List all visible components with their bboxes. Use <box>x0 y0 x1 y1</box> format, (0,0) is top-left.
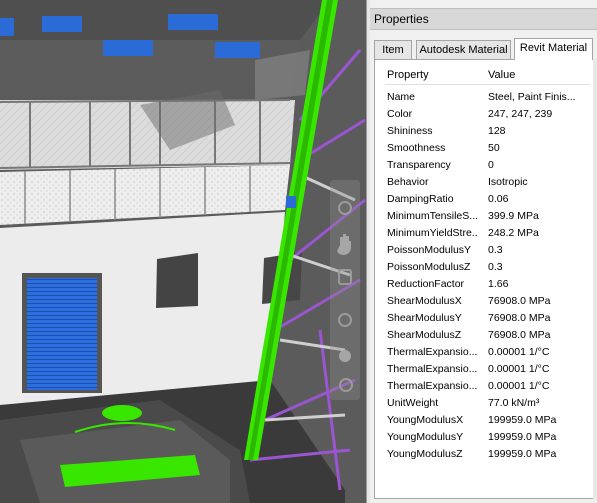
property-key: ThermalExpansio... <box>387 346 477 358</box>
property-row[interactable]: YoungModulusX 199959.0 MPa <box>385 412 595 429</box>
property-row[interactable]: YoungModulusZ 199959.0 MPa <box>385 446 595 463</box>
property-key: Transparency <box>387 159 451 171</box>
property-value: 199959.0 MPa <box>488 431 557 443</box>
property-value: 1.66 <box>488 278 509 290</box>
roof-panel <box>0 18 14 36</box>
property-key: Shininess <box>387 125 433 137</box>
property-row[interactable]: DampingRatio 0.06 <box>385 191 595 208</box>
property-key: Smoothness <box>387 142 446 154</box>
property-row[interactable]: ThermalExpansio... 0.00001 1/°C <box>385 378 595 395</box>
panel-title: Properties <box>370 8 597 30</box>
tab-revit-material[interactable]: Revit Material <box>514 38 593 60</box>
property-key: ShearModulusX <box>387 295 462 307</box>
property-key: MinimumTensileS... <box>387 210 477 222</box>
tab-strip: Item Autodesk Material Revit Material <box>374 38 597 60</box>
property-value: Steel, Paint Finis... <box>488 91 576 103</box>
column-header-value[interactable]: Value <box>488 69 515 81</box>
property-value: 76908.0 MPa <box>488 329 551 341</box>
property-value: 0.00001 1/°C <box>488 380 550 392</box>
property-row[interactable]: ShearModulusZ 76908.0 MPa <box>385 327 595 344</box>
properties-panel: Properties Item Autodesk Material Revit … <box>370 0 597 503</box>
property-key: YoungModulusZ <box>387 448 463 460</box>
property-row[interactable]: PoissonModulusZ 0.3 <box>385 259 595 276</box>
property-value: 76908.0 MPa <box>488 312 551 324</box>
tab-item[interactable]: Item <box>374 40 412 59</box>
wall-opening <box>156 253 198 308</box>
property-value: 0.3 <box>488 261 503 273</box>
property-value: 50 <box>488 142 500 154</box>
property-value: 199959.0 MPa <box>488 448 557 460</box>
property-key: ThermalExpansio... <box>387 380 477 392</box>
property-row[interactable]: Name Steel, Paint Finis... <box>385 89 595 106</box>
property-row[interactable]: ShearModulusX 76908.0 MPa <box>385 293 595 310</box>
property-key: PoissonModulusZ <box>387 261 471 273</box>
property-key: DampingRatio <box>387 193 454 205</box>
property-row[interactable]: Smoothness 50 <box>385 140 595 157</box>
property-key: YoungModulusX <box>387 414 464 426</box>
property-value: 0 <box>488 159 494 171</box>
property-value: 248.2 MPa <box>488 227 539 239</box>
property-value: 0.3 <box>488 244 503 256</box>
property-value: 247, 247, 239 <box>488 108 553 120</box>
property-key: ShearModulusZ <box>387 329 462 341</box>
property-row[interactable]: ShearModulusY 76908.0 MPa <box>385 310 595 327</box>
scrollbar[interactable] <box>593 59 597 499</box>
property-row[interactable]: ThermalExpansio... 0.00001 1/°C <box>385 344 595 361</box>
property-key: MinimumYieldStre... <box>387 227 477 239</box>
property-value: 77.0 kN/m³ <box>488 397 540 409</box>
property-value: 399.9 MPa <box>488 210 539 222</box>
property-key: UnitWeight <box>387 397 439 409</box>
roof-panel <box>103 40 153 56</box>
property-key: YoungModulusY <box>387 431 464 443</box>
3d-viewport[interactable] <box>0 0 366 503</box>
roof-panel <box>215 42 260 58</box>
property-row[interactable]: Shininess 128 <box>385 123 595 140</box>
property-row[interactable]: Color 247, 247, 239 <box>385 106 595 123</box>
property-value: Isotropic <box>488 176 528 188</box>
property-value: 128 <box>488 125 506 137</box>
property-key: ShearModulusY <box>387 312 462 324</box>
property-key: ThermalExpansio... <box>387 363 477 375</box>
property-key: PoissonModulusY <box>387 244 472 256</box>
property-value: 76908.0 MPa <box>488 295 551 307</box>
grid-header: Property Value <box>385 67 595 85</box>
column-header-property[interactable]: Property <box>387 69 429 81</box>
property-key: Name <box>387 91 416 103</box>
selected-node[interactable] <box>102 405 142 421</box>
property-value: 199959.0 MPa <box>488 414 557 426</box>
property-row[interactable]: MinimumTensileS... 399.9 MPa <box>385 208 595 225</box>
property-key: Behavior <box>387 176 429 188</box>
property-key: ReductionFactor <box>387 278 465 290</box>
property-grid: Property Value Name Steel, Paint Finis...… <box>374 59 597 499</box>
property-row[interactable]: MinimumYieldStre... 248.2 MPa <box>385 225 595 242</box>
property-row[interactable]: ReductionFactor 1.66 <box>385 276 595 293</box>
property-row[interactable]: Behavior Isotropic <box>385 174 595 191</box>
property-row[interactable]: PoissonModulusY 0.3 <box>385 242 595 259</box>
property-value: 0.00001 1/°C <box>488 346 550 358</box>
property-row[interactable]: Transparency 0 <box>385 157 595 174</box>
roof-panel <box>168 14 218 30</box>
property-key: Color <box>387 108 413 120</box>
look-icon[interactable] <box>339 350 351 362</box>
property-row[interactable]: ThermalExpansio... 0.00001 1/°C <box>385 361 595 378</box>
property-rows: Name Steel, Paint Finis... Color 247, 247, … <box>385 89 595 463</box>
property-row[interactable]: YoungModulusY 199959.0 MPa <box>385 429 595 446</box>
tab-autodesk-material[interactable]: Autodesk Material <box>416 40 511 59</box>
roller-door <box>27 278 97 390</box>
roof-panel <box>42 16 82 32</box>
property-value: 0.06 <box>488 193 509 205</box>
header-divider <box>385 84 590 85</box>
property-value: 0.00001 1/°C <box>488 363 550 375</box>
column-marker <box>286 196 296 208</box>
property-row[interactable]: UnitWeight 77.0 kN/m³ <box>385 395 595 412</box>
